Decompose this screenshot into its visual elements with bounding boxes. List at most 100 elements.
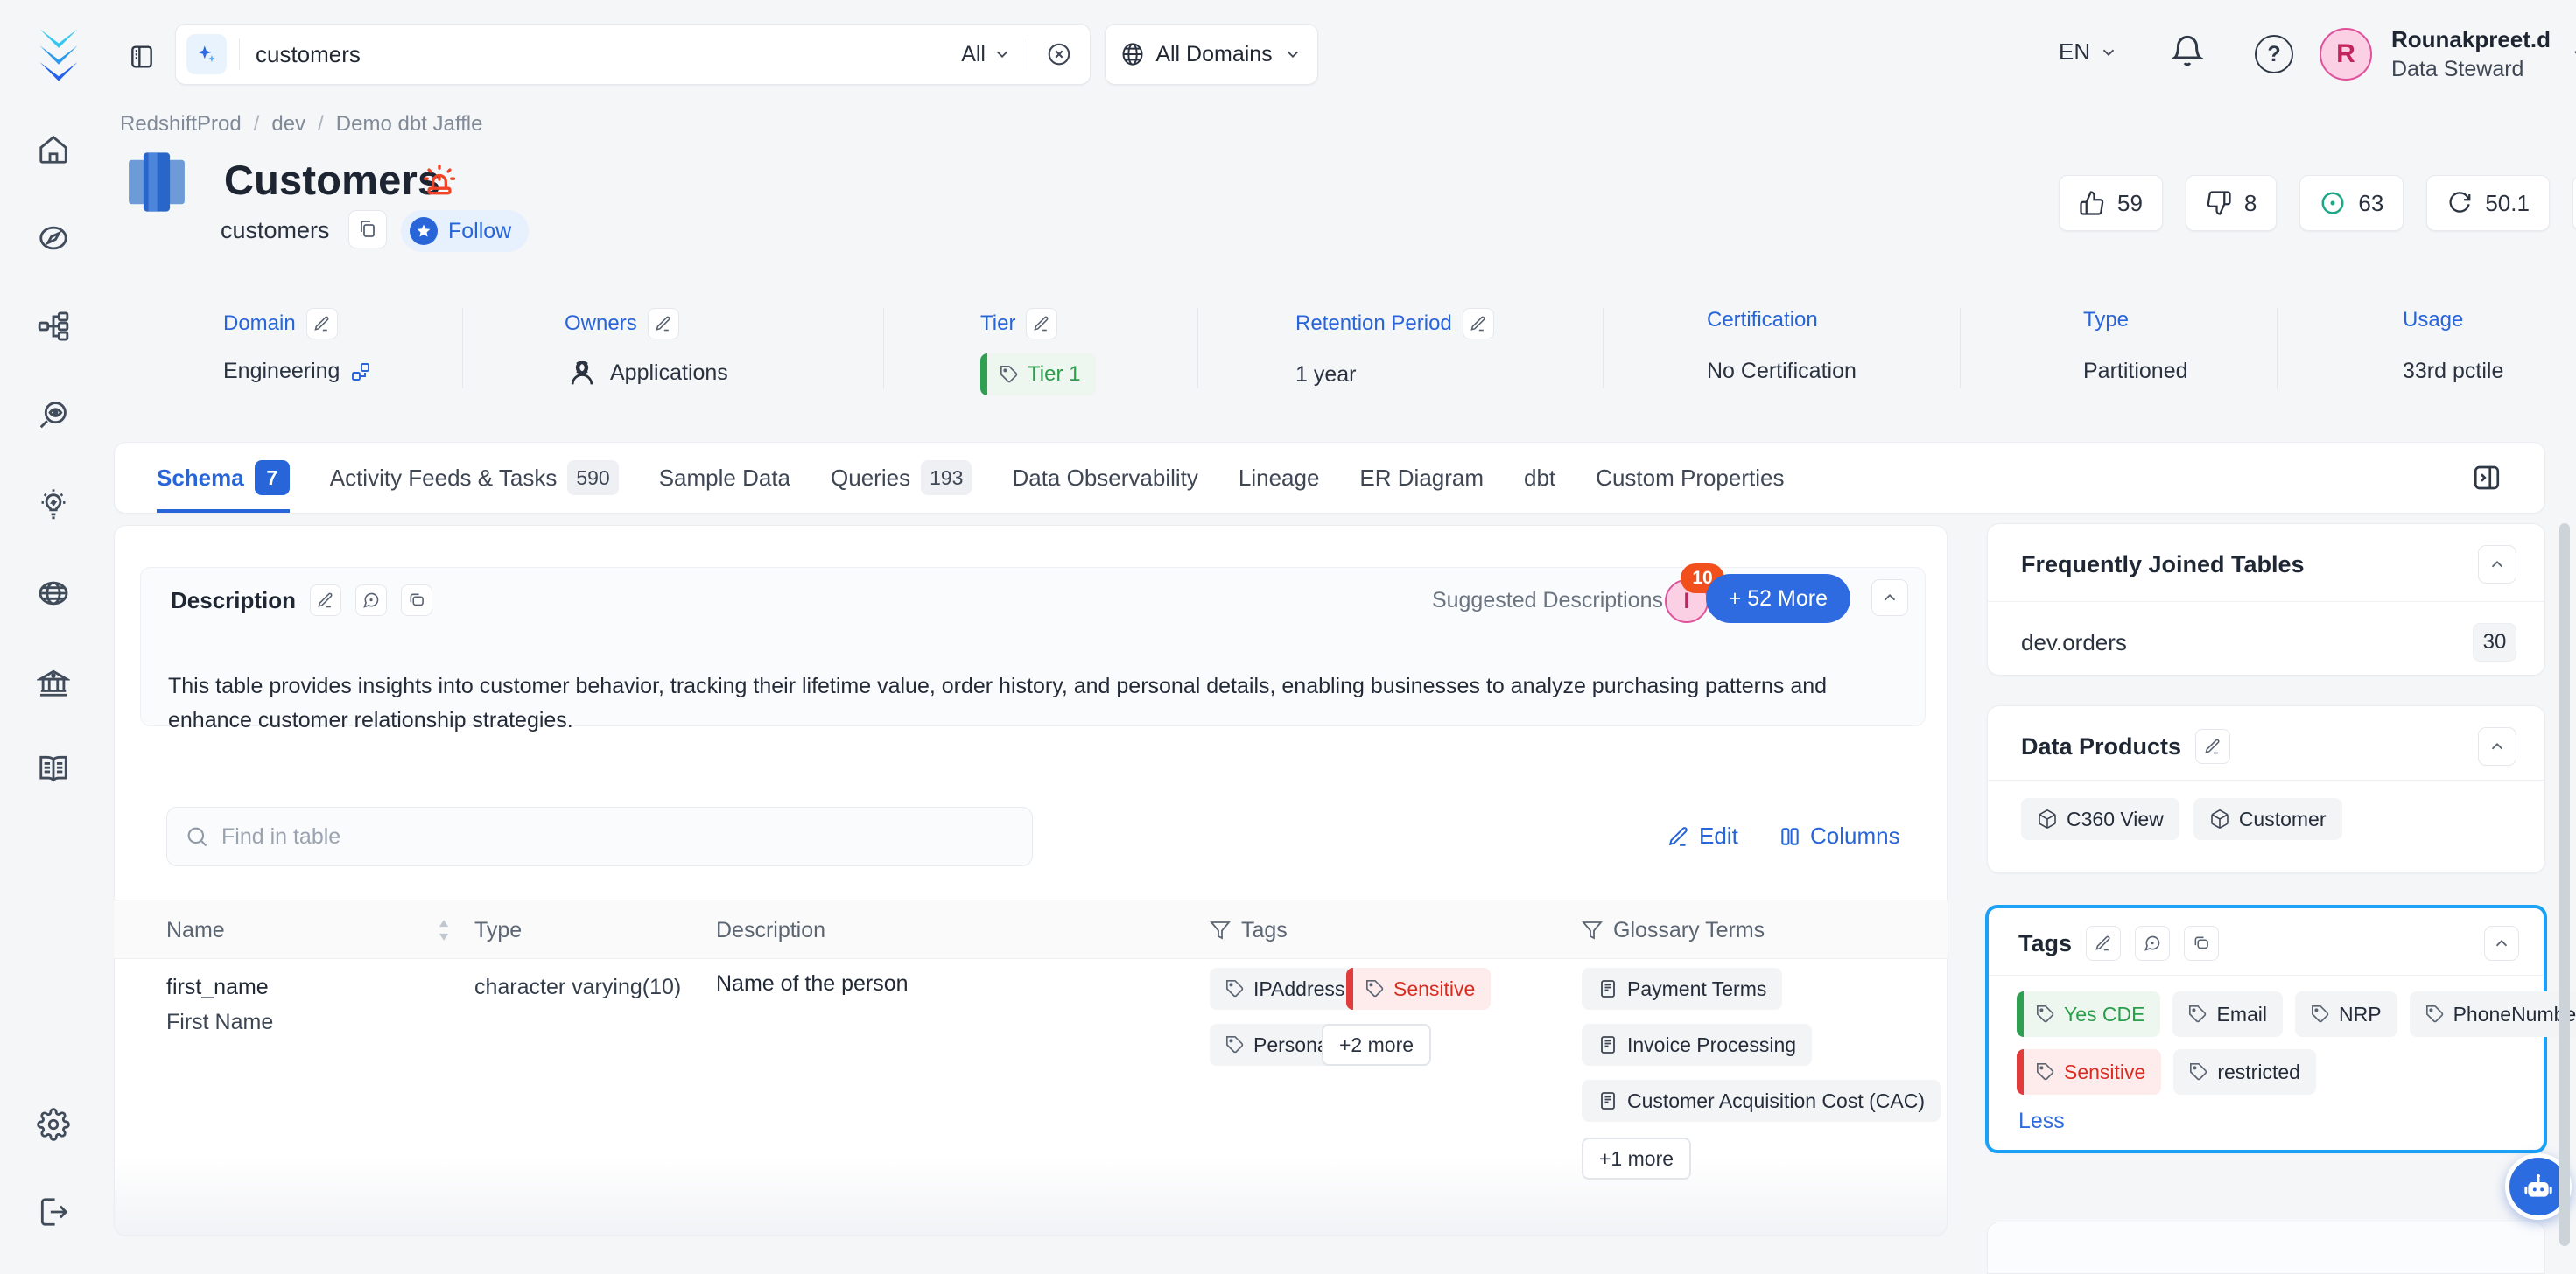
header-name[interactable]: Name: [166, 900, 225, 960]
more-actions-button[interactable]: [2572, 175, 2576, 231]
collapse-data-products-button[interactable]: [2478, 727, 2516, 766]
expand-side-panel-button[interactable]: [2471, 462, 2502, 494]
glossary-book-icon[interactable]: [37, 752, 70, 785]
find-in-table[interactable]: [166, 807, 1033, 866]
header-glossary[interactable]: Glossary Terms: [1582, 900, 1765, 960]
header-type[interactable]: Type: [474, 900, 522, 960]
tag-chip[interactable]: PhoneNumber: [2410, 991, 2576, 1037]
edit-tier-button[interactable]: [1026, 308, 1057, 340]
upvotes-button[interactable]: 59: [2059, 175, 2163, 231]
type-label: Type: [2083, 308, 2129, 332]
tag-chip[interactable]: Yes CDE: [2017, 991, 2160, 1037]
downvotes-button[interactable]: 8: [2186, 175, 2277, 231]
collapse-description-button[interactable]: [1871, 579, 1908, 616]
comment-description-button[interactable]: [355, 584, 387, 616]
settings-gear-icon[interactable]: [37, 1108, 70, 1141]
tag-chip[interactable]: NRP: [2295, 991, 2397, 1037]
find-in-table-input[interactable]: [221, 824, 1014, 850]
notifications-button[interactable]: [2169, 33, 2206, 70]
edit-data-products-button[interactable]: [2195, 729, 2230, 764]
table-row[interactable]: first_name First Name character varying(…: [114, 959, 1948, 1222]
edit-columns-button[interactable]: Edit: [1667, 822, 1738, 850]
tier-badge[interactable]: Tier 1: [980, 354, 1096, 396]
health-score-button[interactable]: 63: [2299, 175, 2404, 231]
governance-bank-icon[interactable]: [37, 666, 70, 699]
language-selector[interactable]: EN: [2059, 38, 2118, 66]
domain-value[interactable]: Engineering: [223, 359, 340, 384]
owners-value[interactable]: Applications: [610, 360, 728, 386]
user-menu[interactable]: R Rounakpreet.d Data Steward: [2320, 26, 2576, 82]
comment-tags-button[interactable]: [2135, 926, 2170, 961]
lineage-sitemap-icon[interactable]: [37, 310, 70, 343]
header-description[interactable]: Description: [716, 900, 825, 960]
refresh-icon: [2446, 190, 2473, 216]
edit-domain-button[interactable]: [306, 308, 338, 340]
app-logo[interactable]: [30, 24, 88, 86]
tag-chip[interactable]: Email: [2172, 991, 2283, 1037]
cube-icon: [2209, 808, 2230, 830]
header-label: Description: [716, 918, 825, 943]
clear-search-button[interactable]: [1028, 41, 1090, 67]
more-glossary-chip[interactable]: +1 more: [1582, 1138, 1691, 1180]
help-button[interactable]: ?: [2255, 35, 2293, 74]
glossary-term-chip[interactable]: Customer Acquisition Cost (CAC): [1582, 1080, 1941, 1122]
insights-bulb-icon[interactable]: [37, 487, 70, 521]
tab-data-observability[interactable]: Data Observability: [1012, 443, 1197, 513]
breadcrumb-item[interactable]: Demo dbt Jaffle: [336, 112, 483, 136]
tab-activity-feeds[interactable]: Activity Feeds & Tasks 590: [330, 443, 619, 513]
manage-columns-button[interactable]: Columns: [1779, 822, 1900, 850]
sort-name-button[interactable]: [436, 900, 452, 960]
follow-button[interactable]: Follow: [401, 210, 529, 252]
announcement-siren-icon[interactable]: [420, 161, 459, 200]
collapse-left-panel-button[interactable]: [123, 38, 161, 76]
tab-custom-properties[interactable]: Custom Properties: [1596, 443, 1784, 513]
all-domains-dropdown[interactable]: All Domains: [1105, 24, 1318, 85]
copy-tags-button[interactable]: [2184, 926, 2219, 961]
more-tags-chip[interactable]: +2 more: [1322, 1024, 1431, 1066]
compass-icon[interactable]: [37, 221, 70, 255]
copy-name-button[interactable]: [348, 210, 387, 248]
language-label: EN: [2059, 38, 2090, 66]
discover-search-icon[interactable]: [37, 398, 70, 431]
tag-chip[interactable]: Sensitive: [2017, 1049, 2161, 1095]
edit-tags-button[interactable]: [2086, 926, 2121, 961]
column-name[interactable]: first_name: [166, 975, 269, 1000]
globe-icon[interactable]: [37, 577, 70, 610]
search-scope-dropdown[interactable]: All: [961, 42, 1028, 67]
tag-label: Yes CDE: [2064, 1003, 2144, 1026]
logout-icon[interactable]: [37, 1195, 70, 1228]
show-less-link[interactable]: Less: [1989, 1095, 2544, 1134]
global-search-input[interactable]: [256, 41, 961, 68]
edit-description-button[interactable]: [310, 584, 341, 616]
tab-queries[interactable]: Queries 193: [831, 443, 972, 513]
freshness-score: 50.1: [2485, 190, 2530, 217]
tab-er-diagram[interactable]: ER Diagram: [1359, 443, 1484, 513]
tag-chip[interactable]: IPAddress: [1210, 968, 1360, 1010]
copy-description-button[interactable]: [401, 584, 432, 616]
tag-chip[interactable]: restricted: [2173, 1049, 2316, 1095]
data-product-chip[interactable]: Customer: [2193, 798, 2342, 840]
header-tags[interactable]: Tags: [1210, 900, 1288, 960]
tag-chip[interactable]: Sensitive: [1346, 968, 1491, 1010]
collapse-joined-button[interactable]: [2478, 545, 2516, 584]
tab-lineage[interactable]: Lineage: [1239, 443, 1320, 513]
more-suggestions-button[interactable]: + 52 More: [1706, 574, 1850, 623]
global-search-bar[interactable]: All: [175, 24, 1091, 85]
glossary-term-chip[interactable]: Payment Terms: [1582, 968, 1782, 1010]
scrollbar[interactable]: [2559, 523, 2570, 1246]
edit-owners-button[interactable]: [648, 308, 679, 340]
asset-title: Customers: [224, 156, 440, 204]
edit-retention-button[interactable]: [1463, 308, 1494, 340]
home-icon[interactable]: [37, 133, 70, 166]
tag-label: IPAddress: [1253, 977, 1344, 1001]
tab-dbt[interactable]: dbt: [1524, 443, 1555, 513]
glossary-term-chip[interactable]: Invoice Processing: [1582, 1024, 1812, 1066]
freshness-button[interactable]: 50.1: [2426, 175, 2550, 231]
breadcrumb-item[interactable]: RedshiftProd: [120, 112, 242, 136]
collapse-tags-button[interactable]: [2484, 926, 2519, 961]
joined-table-link[interactable]: dev.orders: [2021, 629, 2127, 656]
data-product-chip[interactable]: C360 View: [2021, 798, 2179, 840]
tab-schema[interactable]: Schema 7: [157, 443, 290, 513]
breadcrumb-item[interactable]: dev: [271, 112, 305, 136]
tab-sample-data[interactable]: Sample Data: [659, 443, 790, 513]
